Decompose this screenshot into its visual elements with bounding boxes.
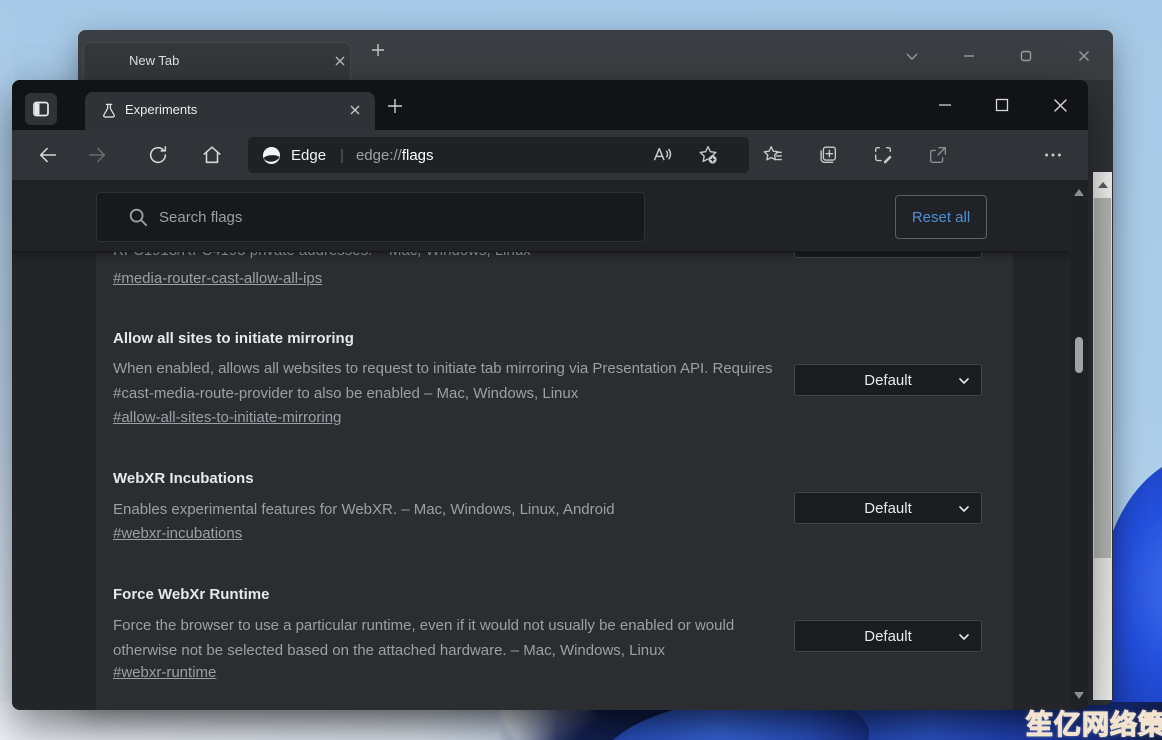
minimize-icon[interactable] bbox=[930, 92, 960, 118]
search-icon bbox=[127, 206, 149, 228]
share-icon[interactable] bbox=[926, 143, 950, 167]
back-icon[interactable] bbox=[36, 143, 60, 167]
search-flags-box[interactable] bbox=[96, 192, 645, 242]
desktop: New Tab bbox=[0, 0, 1162, 740]
site-name: Edge bbox=[291, 147, 326, 164]
flag-link[interactable]: #webxr-runtime bbox=[113, 664, 216, 681]
url-scheme: edge:// bbox=[356, 147, 402, 164]
edge-logo-icon bbox=[262, 146, 281, 165]
flag-title: Force WebXr Runtime bbox=[113, 586, 269, 603]
flask-icon bbox=[99, 101, 119, 121]
flags-page: RFC1918/RFC4193 private addresses. – Mac… bbox=[12, 180, 1088, 710]
background-tab-title: New Tab bbox=[129, 53, 179, 68]
flag-link[interactable]: #media-router-cast-allow-all-ips bbox=[113, 270, 322, 287]
tab-experiments[interactable]: Experiments bbox=[85, 92, 375, 130]
flag-link[interactable]: #webxr-incubations bbox=[113, 525, 242, 542]
chevron-down-icon bbox=[957, 374, 971, 388]
watermark-text: 笙亿网络策划 bbox=[1026, 703, 1162, 740]
maximize-icon[interactable] bbox=[987, 92, 1017, 118]
tab-bar: Experiments bbox=[12, 80, 1088, 130]
read-aloud-icon[interactable] bbox=[650, 143, 674, 167]
collections-icon[interactable] bbox=[816, 143, 840, 167]
tab-title: Experiments bbox=[125, 102, 197, 117]
toolbar: Edge | edge:// flags bbox=[12, 130, 1088, 180]
close-tab-icon[interactable] bbox=[345, 100, 365, 120]
url-path: flags bbox=[402, 147, 434, 164]
favorites-hub-icon[interactable] bbox=[761, 143, 785, 167]
home-icon[interactable] bbox=[200, 143, 224, 167]
flag-description: Enables experimental features for WebXR.… bbox=[113, 497, 773, 522]
flag-title: WebXR Incubations bbox=[113, 470, 254, 487]
flag-select[interactable]: Default bbox=[794, 364, 982, 396]
address-bar[interactable]: Edge | edge:// flags bbox=[248, 137, 749, 173]
browser-window: Experiments bbox=[12, 80, 1088, 710]
reset-all-button[interactable]: Reset all bbox=[895, 195, 987, 239]
new-tab-icon[interactable] bbox=[382, 93, 408, 119]
flags-search-header: Reset all bbox=[12, 180, 1070, 252]
address-divider: | bbox=[340, 147, 344, 164]
flag-select[interactable]: Default bbox=[794, 492, 982, 524]
scrollbar-down-icon[interactable] bbox=[1074, 692, 1084, 699]
scrollbar-thumb[interactable] bbox=[1075, 337, 1083, 373]
forward-icon[interactable] bbox=[85, 143, 109, 167]
close-tab-icon[interactable] bbox=[330, 51, 350, 71]
close-window-icon[interactable] bbox=[1073, 45, 1095, 67]
flag-title: Allow all sites to initiate mirroring bbox=[113, 330, 354, 347]
minimize-icon[interactable] bbox=[958, 45, 980, 67]
background-tab-bar: New Tab bbox=[78, 30, 1113, 80]
close-window-icon[interactable] bbox=[1045, 92, 1075, 118]
page-scrollbar[interactable] bbox=[1070, 180, 1088, 710]
flag-description: When enabled, allows all websites to req… bbox=[113, 356, 773, 406]
flag-select[interactable]: Default bbox=[794, 620, 982, 652]
settings-menu-icon[interactable] bbox=[1041, 143, 1065, 167]
web-capture-icon[interactable] bbox=[871, 143, 895, 167]
flag-description: Force the browser to use a particular ru… bbox=[113, 613, 773, 663]
add-favorite-star-icon[interactable] bbox=[696, 143, 720, 167]
search-flags-input[interactable] bbox=[157, 193, 637, 241]
background-tab-new-tab[interactable]: New Tab bbox=[83, 42, 351, 80]
tab-actions-menu-button[interactable] bbox=[25, 93, 57, 125]
flag-link[interactable]: #allow-all-sites-to-initiate-mirroring bbox=[113, 409, 341, 426]
maximize-icon[interactable] bbox=[1015, 45, 1037, 67]
background-scrollbar-up[interactable] bbox=[1093, 172, 1112, 198]
refresh-icon[interactable] bbox=[146, 143, 170, 167]
chevron-down-icon bbox=[957, 630, 971, 644]
chevron-down-icon[interactable] bbox=[901, 45, 923, 67]
background-scrollbar-thumb[interactable] bbox=[1094, 198, 1111, 558]
new-tab-icon[interactable] bbox=[366, 38, 390, 62]
scrollbar-up-icon[interactable] bbox=[1074, 189, 1084, 196]
chevron-down-icon bbox=[957, 502, 971, 516]
